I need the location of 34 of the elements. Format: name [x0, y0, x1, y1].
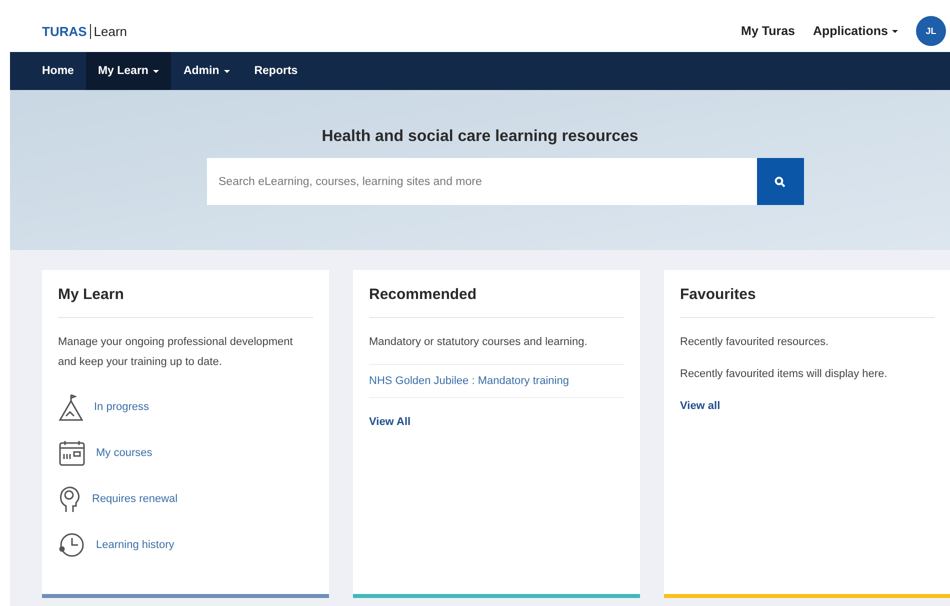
view-all-link[interactable]: View All	[369, 416, 411, 428]
tent-icon	[58, 392, 84, 422]
card-description: Mandatory or statutory courses and learning.	[369, 335, 588, 350]
card-link[interactable]: My courses	[96, 447, 152, 459]
card-description: Recently favourited resources.	[680, 335, 830, 350]
clock-icon	[58, 531, 86, 559]
nav-tab[interactable]: Reports	[242, 52, 310, 90]
nav-tab[interactable]: My Learn	[86, 52, 172, 90]
hero-title: Health and social care learning resources	[322, 128, 638, 146]
caret-icon	[892, 30, 898, 32]
head-icon	[58, 484, 82, 514]
nav-tab[interactable]: Admin	[171, 52, 242, 90]
card-description: Manage your ongoing professional development and keep your training up to date.	[58, 335, 294, 370]
header-link[interactable]: My Turas	[741, 24, 795, 38]
calendar-icon	[58, 439, 86, 467]
card-title: Recommended	[369, 286, 624, 318]
caret-icon	[224, 70, 230, 72]
caret-icon	[153, 70, 160, 72]
brand-logo[interactable]: TURAS	[42, 24, 91, 38]
view-all-link[interactable]: View all	[680, 400, 720, 412]
product-name: Learn	[92, 24, 128, 38]
card-description: Recently favourited items will display here.	[680, 367, 888, 382]
search-icon	[774, 176, 786, 188]
card-title: Favourites	[680, 286, 935, 318]
nav-tab[interactable]: Home	[30, 52, 86, 90]
card-link[interactable]: Requires renewal	[92, 493, 178, 505]
search-button[interactable]	[756, 158, 804, 205]
user-avatar[interactable]: JL	[916, 16, 946, 46]
header-link[interactable]: Applications	[812, 24, 898, 38]
card-title: My Learn	[58, 286, 313, 318]
search-field[interactable]: Search eLearning, courses, learning sites and more	[206, 158, 756, 205]
card-link[interactable]: In progress	[94, 401, 150, 413]
card-link[interactable]: Learning history	[96, 539, 174, 551]
course-link[interactable]: NHS Golden Jubilee : Mandatory training	[369, 364, 624, 398]
